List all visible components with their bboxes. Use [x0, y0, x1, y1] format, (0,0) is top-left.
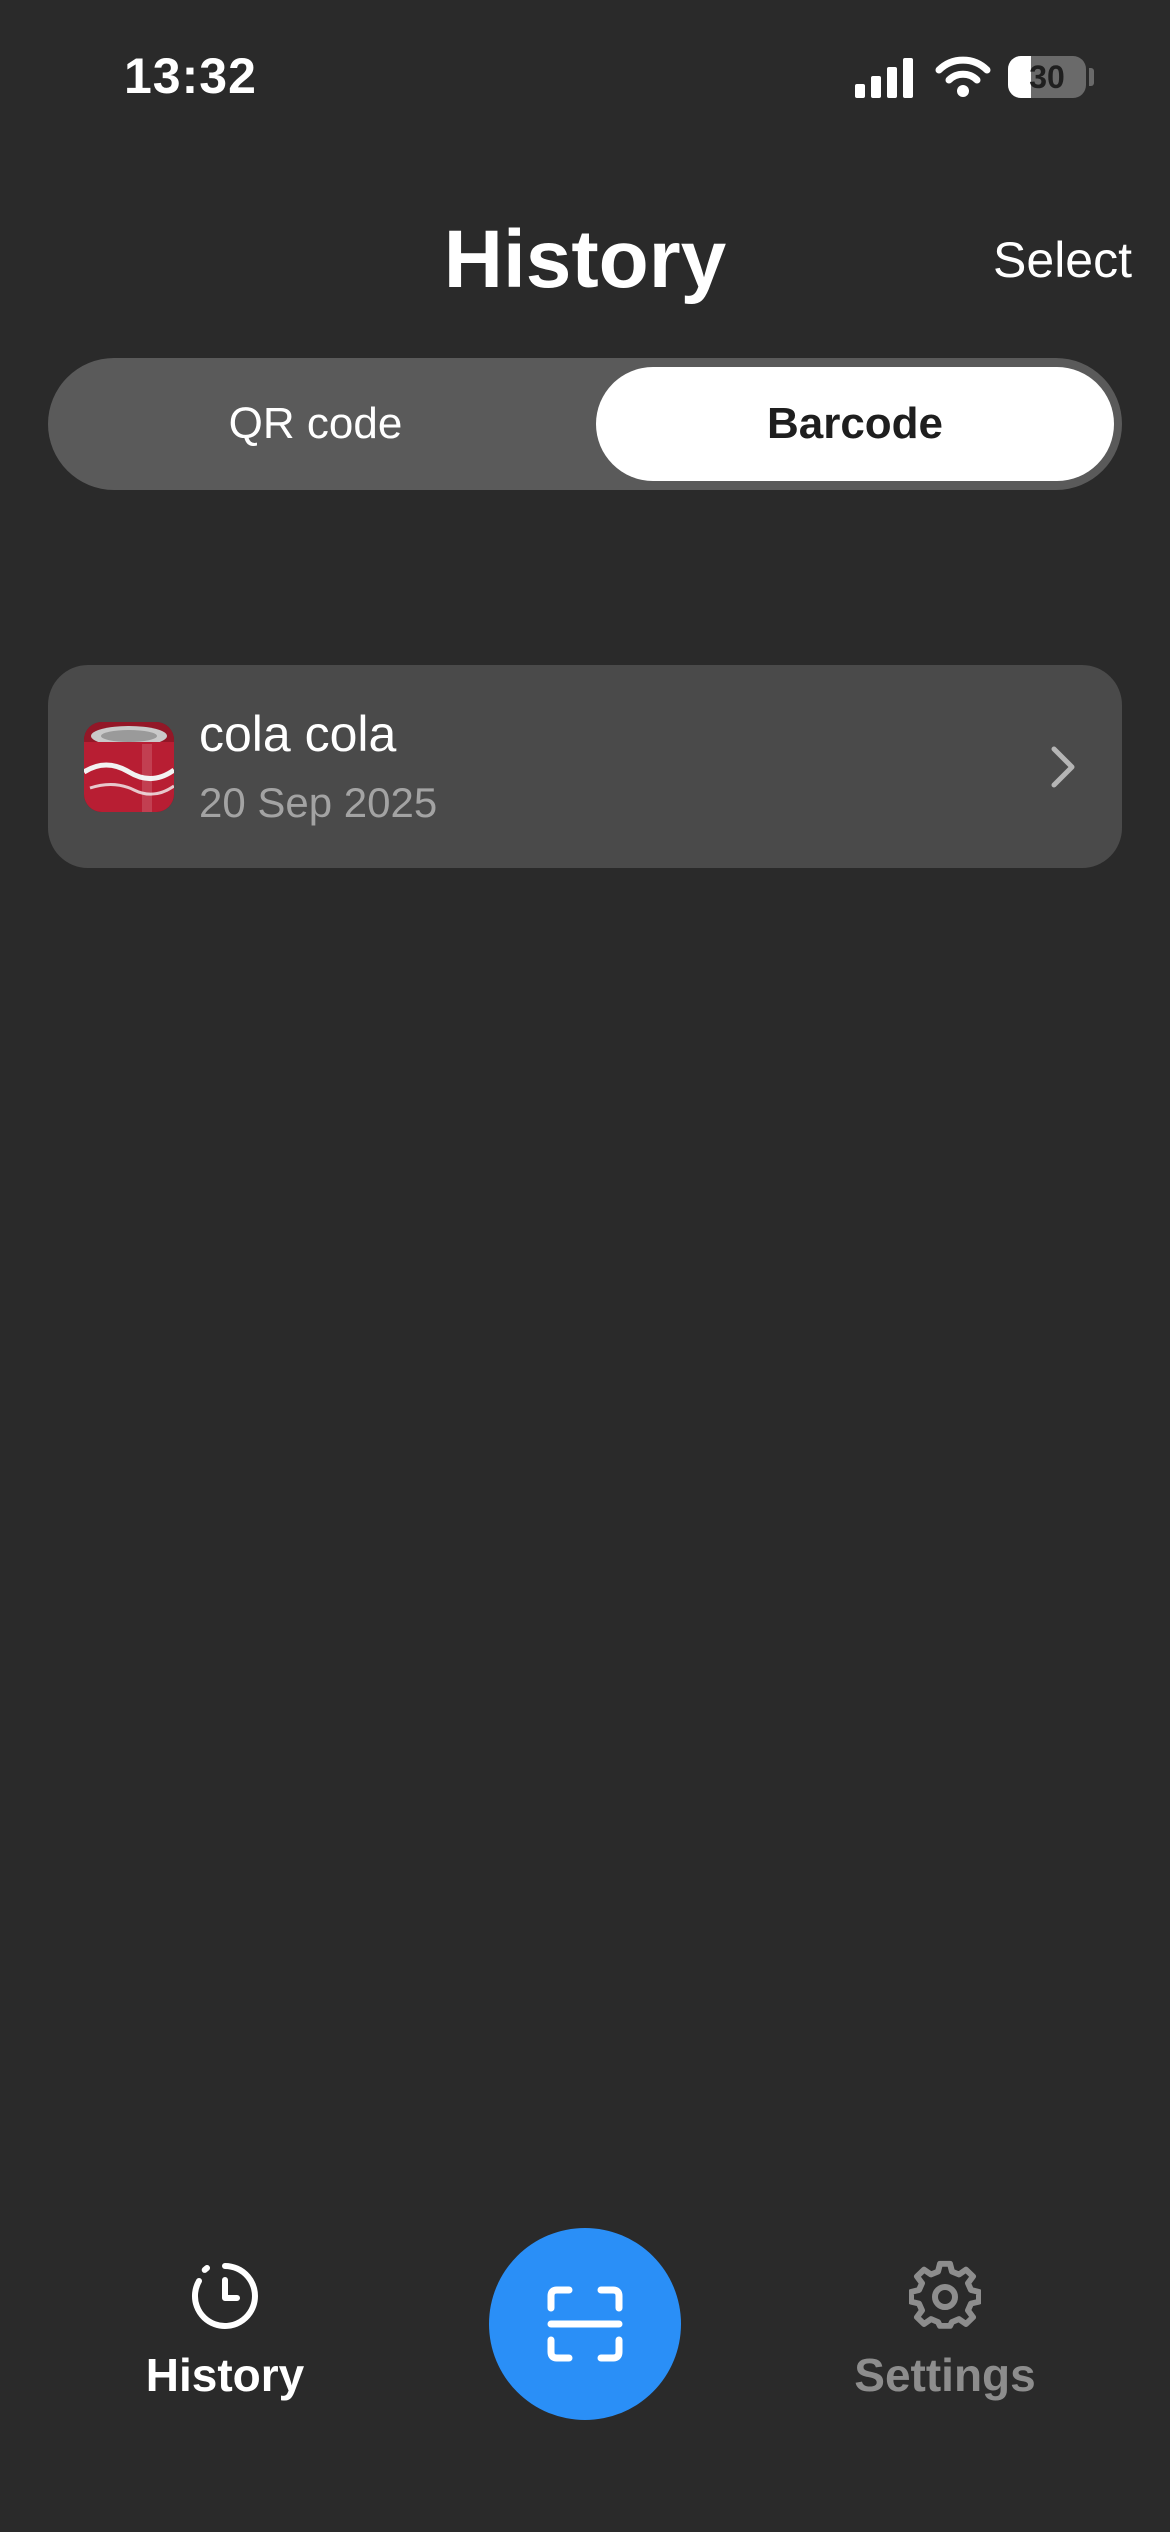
segment-barcode[interactable]: Barcode — [596, 367, 1114, 481]
wifi-icon — [935, 56, 991, 97]
scan-frame-icon — [547, 2286, 623, 2362]
soda-can-thumbnail — [84, 722, 174, 812]
cellular-signal-icon — [855, 58, 913, 98]
tab-settings-label: Settings — [854, 2349, 1036, 2401]
select-button[interactable]: Select — [993, 228, 1132, 292]
segmented-control: QR code Barcode — [48, 358, 1122, 490]
history-clock-icon — [192, 2263, 258, 2329]
list-item[interactable]: cola cola 20 Sep 2025 — [48, 665, 1122, 868]
segment-qr-code[interactable]: QR code — [48, 358, 583, 490]
battery-icon: 30 — [1008, 56, 1086, 98]
status-time: 13:32 — [124, 48, 257, 104]
item-date: 20 Sep 2025 — [199, 779, 438, 826]
gear-icon — [909, 2260, 981, 2329]
battery-nub — [1089, 68, 1094, 86]
chevron-right-icon — [1051, 746, 1075, 788]
tab-history-label: History — [145, 2349, 305, 2401]
item-title: cola cola — [199, 706, 397, 762]
scan-button[interactable] — [489, 2228, 681, 2420]
battery-level: 30 — [1029, 59, 1065, 95]
tab-history[interactable]: History — [120, 2248, 330, 2408]
tab-settings[interactable]: Settings — [835, 2248, 1055, 2408]
